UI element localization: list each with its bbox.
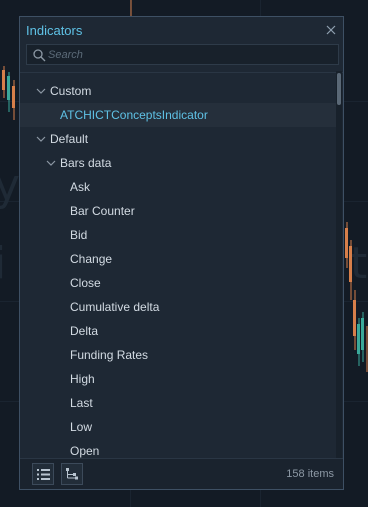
tree-item-label: ATCHICTConceptsIndicator bbox=[60, 108, 208, 122]
tree-item[interactable]: Ask bbox=[20, 175, 336, 199]
tree-group-label: Bars data bbox=[60, 156, 112, 170]
tree-item[interactable]: Change bbox=[20, 247, 336, 271]
tree-group-bars-data[interactable]: Bars data bbox=[20, 151, 336, 175]
panel-title: Indicators bbox=[26, 23, 83, 38]
chevron-down-icon bbox=[46, 160, 56, 166]
scrollbar[interactable] bbox=[336, 71, 342, 458]
tree-item-label: Bid bbox=[70, 228, 88, 242]
tree-view-button[interactable] bbox=[61, 463, 83, 485]
search-field[interactable] bbox=[26, 44, 339, 65]
list-view-button[interactable] bbox=[32, 463, 54, 485]
panel-titlebar: Indicators bbox=[20, 17, 343, 43]
tree-item[interactable]: Low bbox=[20, 415, 336, 439]
tree-item[interactable]: High bbox=[20, 367, 336, 391]
scrollbar-thumb[interactable] bbox=[337, 73, 341, 105]
tree-view-icon bbox=[66, 468, 78, 480]
search-icon bbox=[33, 49, 46, 62]
indicators-panel: Indicators Custom ATCHICTConceptsIndicat… bbox=[19, 16, 344, 490]
tree-item-label: Low bbox=[70, 420, 93, 434]
list-view-icon bbox=[37, 469, 50, 480]
tree-group-custom[interactable]: Custom bbox=[20, 79, 336, 103]
tree-group-label: Custom bbox=[50, 84, 92, 98]
tree-group-default[interactable]: Default bbox=[20, 127, 336, 151]
tree-item-label: Delta bbox=[70, 324, 99, 338]
panel-footer: 158 items bbox=[20, 458, 343, 489]
tree-item-label: Funding Rates bbox=[70, 348, 149, 362]
tree-item[interactable]: Bar Counter bbox=[20, 199, 336, 223]
tree-item-label: Bar Counter bbox=[70, 204, 135, 218]
divider bbox=[20, 72, 343, 73]
tree-item[interactable]: Bid bbox=[20, 223, 336, 247]
tree-item[interactable]: Close bbox=[20, 271, 336, 295]
tree-item[interactable]: Funding Rates bbox=[20, 343, 336, 367]
tree-item[interactable]: Cumulative delta bbox=[20, 295, 336, 319]
tree-item-label: Ask bbox=[70, 180, 91, 194]
tree-item-label: Cumulative delta bbox=[70, 300, 160, 314]
tree-group-label: Default bbox=[50, 132, 89, 146]
chevron-down-icon bbox=[36, 136, 46, 142]
tree-item[interactable]: Open bbox=[20, 439, 336, 459]
tree-item-label: High bbox=[70, 372, 95, 386]
search-input[interactable] bbox=[48, 46, 328, 64]
tree-item-label: Change bbox=[70, 252, 113, 266]
close-icon bbox=[326, 25, 336, 35]
tree-item-label: Open bbox=[70, 444, 100, 458]
tree-item-label: Close bbox=[70, 276, 101, 290]
chevron-down-icon bbox=[36, 88, 46, 94]
tree-item[interactable]: Delta bbox=[20, 319, 336, 343]
indicator-tree: Custom ATCHICTConceptsIndicator Default … bbox=[20, 75, 336, 459]
item-count: 158 items bbox=[286, 468, 334, 480]
close-button[interactable] bbox=[323, 22, 339, 38]
tree-item-custom-indicator[interactable]: ATCHICTConceptsIndicator bbox=[20, 103, 336, 127]
tree-item-label: Last bbox=[70, 396, 93, 410]
tree-item[interactable]: Last bbox=[20, 391, 336, 415]
